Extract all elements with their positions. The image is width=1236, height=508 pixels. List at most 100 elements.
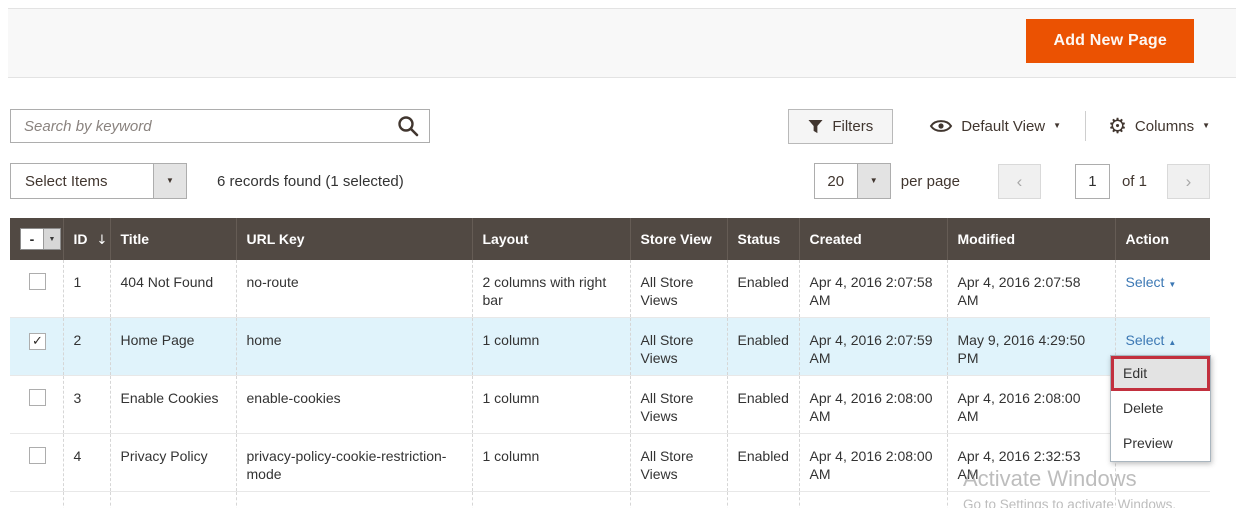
table-header-row: - ▼ ID↓ Title URL Key Layout Store View … <box>10 218 1210 260</box>
mass-actions-select[interactable]: Select Items ▼ <box>10 163 187 199</box>
cell-id: 3 <box>63 376 110 434</box>
column-header-modified[interactable]: Modified <box>947 218 1115 260</box>
row-action-select-open[interactable]: Select▲ <box>1126 332 1177 348</box>
mass-actions-label: Select Items <box>11 164 153 198</box>
chevron-down-icon: ▼ <box>1053 122 1061 130</box>
chevron-down-icon: ▼ <box>870 177 878 185</box>
mass-actions-caret: ▼ <box>153 164 186 198</box>
cell-layout: 1 column <box>472 434 630 492</box>
toolbar-divider <box>1085 111 1086 141</box>
cell-title: Privacy Policy <box>110 434 236 492</box>
grid-actions-row: Select Items ▼ 6 records found (1 select… <box>10 163 1210 199</box>
cell-id: 2 <box>63 318 110 376</box>
menu-item-delete[interactable]: Delete <box>1111 391 1210 426</box>
chevron-down-icon: ▼ <box>1202 122 1210 130</box>
search-button[interactable] <box>387 110 429 142</box>
row-checkbox[interactable] <box>29 389 46 406</box>
column-header-url-key[interactable]: URL Key <box>236 218 472 260</box>
cms-pages-grid-screen: Add New Page Filters <box>0 0 1236 508</box>
cell-status: Enabled <box>727 376 799 434</box>
row-action-menu: Edit Delete Preview <box>1110 355 1211 462</box>
chevron-down-icon: ▼ <box>166 177 174 185</box>
default-view-dropdown[interactable]: Default View ▼ <box>929 118 1061 135</box>
records-count: 6 records found (1 selected) <box>217 173 404 190</box>
row-action-select[interactable]: Select▼ <box>1126 274 1177 290</box>
cell-url-key: enable-cookies <box>236 376 472 434</box>
previous-page-button[interactable]: ‹ <box>998 164 1041 199</box>
column-header-store-view[interactable]: Store View <box>630 218 727 260</box>
total-pages-label: of 1 <box>1122 173 1147 190</box>
cell-modified: Apr 4, 2016 2:07:58 AM <box>947 260 1115 318</box>
cell-store-view: All Store Views <box>630 434 727 492</box>
cell-created: Apr 4, 2016 2:08:00 AM <box>799 434 947 492</box>
menu-item-edit[interactable]: Edit <box>1111 356 1210 391</box>
current-page-input[interactable] <box>1075 164 1110 199</box>
column-header-action: Action <box>1115 218 1210 260</box>
filters-button[interactable]: Filters <box>788 109 893 144</box>
cell-url-key: no-route <box>236 260 472 318</box>
cell-modified: Apr 4, 2016 2:08:00 AM <box>947 376 1115 434</box>
row-checkbox-checked[interactable]: ✓ <box>29 333 46 350</box>
per-page-label: per page <box>901 173 960 190</box>
cell-modified: Apr 4, 2016 2:32:53 AM <box>947 434 1115 492</box>
table-row: 4 Privacy Policy privacy-policy-cookie-r… <box>10 434 1210 492</box>
columns-label: Columns <box>1135 118 1194 135</box>
column-header-id[interactable]: ID↓ <box>63 218 110 260</box>
next-page-button[interactable]: › <box>1167 164 1210 199</box>
filter-funnel-icon <box>808 119 823 134</box>
cell-status: Enabled <box>727 434 799 492</box>
table-row-selected: ✓ 2 Home Page home 1 column All Store Vi… <box>10 318 1210 376</box>
page-header-band: Add New Page <box>8 8 1236 78</box>
indeterminate-checkbox: - <box>21 229 43 249</box>
cell-title: Home Page <box>110 318 236 376</box>
cell-title: 404 Not Found <box>110 260 236 318</box>
cell-store-view: All Store Views <box>630 260 727 318</box>
column-header-status[interactable]: Status <box>727 218 799 260</box>
grid-toolbar: Filters Default View ▼ ⚙ Columns ▼ <box>10 108 1210 144</box>
chevron-down-icon: ▼ <box>49 236 56 243</box>
eye-icon <box>929 118 953 134</box>
add-new-page-button[interactable]: Add New Page <box>1026 19 1194 63</box>
cell-status: Enabled <box>727 260 799 318</box>
default-view-label: Default View <box>961 118 1045 135</box>
cell-modified: May 9, 2016 4:29:50 PM <box>947 318 1115 376</box>
cell-store-view: All Store Views <box>630 376 727 434</box>
select-all-caret-box: ▼ <box>43 229 60 249</box>
cell-url-key: home <box>236 318 472 376</box>
search-icon <box>397 115 419 137</box>
filters-label: Filters <box>832 118 873 135</box>
search-input[interactable] <box>11 111 387 141</box>
menu-item-preview[interactable]: Preview <box>1111 426 1210 461</box>
cell-title: Enable Cookies <box>110 376 236 434</box>
per-page-value: 20 <box>815 164 857 198</box>
cell-created: Apr 4, 2016 2:07:58 AM <box>799 260 947 318</box>
cell-store-view: All Store Views <box>630 318 727 376</box>
cell-id: 1 <box>63 260 110 318</box>
cell-url-key: privacy-policy-cookie-restriction-mode <box>236 434 472 492</box>
table-row: 1 404 Not Found no-route 2 columns with … <box>10 260 1210 318</box>
table-row: 3 Enable Cookies enable-cookies 1 column… <box>10 376 1210 434</box>
gear-icon: ⚙ <box>1108 116 1127 137</box>
select-all-dropdown[interactable]: - ▼ <box>20 228 61 250</box>
cell-created: Apr 4, 2016 2:07:59 AM <box>799 318 947 376</box>
cms-pages-table: - ▼ ID↓ Title URL Key Layout Store View … <box>10 218 1210 508</box>
cell-status: Enabled <box>727 318 799 376</box>
cell-layout: 2 columns with right bar <box>472 260 630 318</box>
select-all-header: - ▼ <box>10 218 63 260</box>
cell-layout: 1 column <box>472 376 630 434</box>
row-checkbox[interactable] <box>29 273 46 290</box>
chevron-down-icon: ▼ <box>1168 280 1176 289</box>
columns-dropdown[interactable]: ⚙ Columns ▼ <box>1108 116 1210 137</box>
column-header-created[interactable]: Created <box>799 218 947 260</box>
keyword-search-box <box>10 109 430 143</box>
cell-layout: 1 column <box>472 318 630 376</box>
per-page-caret: ▼ <box>857 164 890 198</box>
row-checkbox[interactable] <box>29 447 46 464</box>
chevron-up-icon: ▲ <box>1168 338 1176 347</box>
sort-desc-icon: ↓ <box>97 233 108 248</box>
table-row-partial <box>10 492 1210 508</box>
column-header-title[interactable]: Title <box>110 218 236 260</box>
cell-id: 4 <box>63 434 110 492</box>
per-page-select[interactable]: 20 ▼ <box>814 163 891 199</box>
column-header-layout[interactable]: Layout <box>472 218 630 260</box>
